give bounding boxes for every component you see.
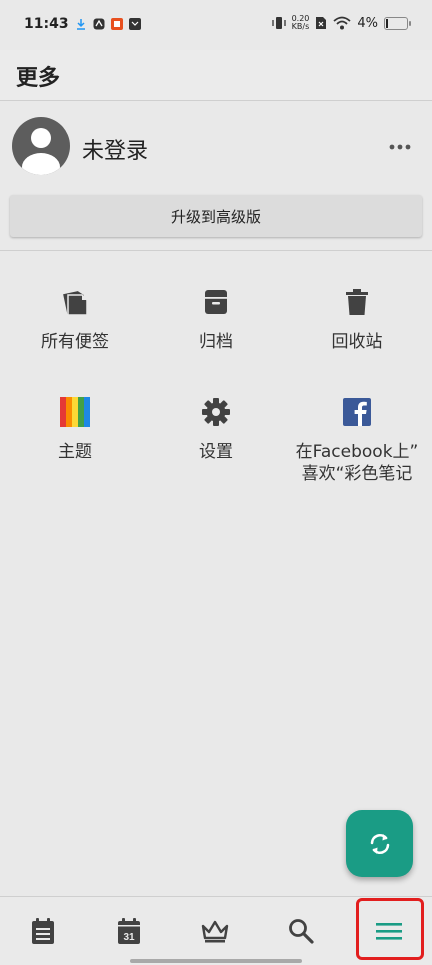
wifi-icon: [333, 16, 351, 30]
grid-label-facebook-like: 在Facebook上” 喜欢“彩色笔记: [285, 441, 429, 485]
divider: [0, 250, 432, 251]
grid-item-settings[interactable]: 设置: [144, 395, 288, 463]
vibrate-icon: [271, 17, 286, 29]
nav-notes[interactable]: [0, 897, 86, 965]
grid-item-recycle-bin[interactable]: 回收站: [285, 285, 429, 353]
sync-icon: [370, 833, 389, 854]
avatar[interactable]: [12, 117, 70, 175]
archive-icon: [205, 290, 227, 314]
grid-label-theme: 主题: [58, 442, 92, 462]
calendar-day: 31: [123, 932, 135, 943]
status-bar: 11:43 0.20 KB/s 4%: [0, 0, 432, 50]
grid-item-archive[interactable]: 归档: [144, 285, 288, 353]
net-speed: 0.20 KB/s: [292, 15, 310, 31]
calendar-icon: 31: [118, 918, 140, 944]
page-header: 更多: [0, 50, 432, 101]
more-options-icon[interactable]: [388, 137, 412, 157]
upgrade-premium-button[interactable]: 升级到高级版: [10, 195, 422, 237]
facebook-icon: [343, 398, 371, 426]
notes-icon: [63, 291, 88, 316]
status-right: 0.20 KB/s 4%: [271, 15, 411, 31]
grid-label-recycle-bin: 回收站: [331, 332, 383, 352]
grid-item-all-notes[interactable]: 所有便签: [3, 285, 147, 353]
status-left: 11:43: [24, 16, 141, 32]
login-status[interactable]: 未登录: [82, 133, 148, 165]
nav-premium[interactable]: [172, 897, 258, 965]
search-icon: [289, 919, 314, 944]
battery-icon: [384, 16, 411, 30]
battery-percent: 4%: [357, 15, 378, 31]
page-title: 更多: [16, 66, 61, 91]
net-speed-unit: KB/s: [291, 22, 310, 31]
nav-calendar[interactable]: 31: [86, 897, 172, 965]
sim-icon: [316, 17, 327, 29]
status-time: 11:43: [24, 16, 69, 32]
facebook-like-line1: 在Facebook上”: [295, 442, 419, 462]
facebook-like-line2: 喜欢“彩色笔记: [301, 464, 413, 484]
download-icon: [76, 19, 85, 30]
sync-button[interactable]: [346, 810, 413, 877]
active-nav-highlight: [356, 898, 424, 960]
grid-item-theme[interactable]: 主题: [3, 395, 147, 463]
grid-label-settings: 设置: [199, 442, 233, 462]
gear-icon: [202, 398, 230, 426]
theme-palette-icon: [60, 397, 90, 427]
profile-section[interactable]: 未登录: [0, 101, 432, 191]
app-notification-icon: [93, 18, 105, 30]
grid-label-archive: 归档: [199, 332, 233, 352]
news-app-icon: [110, 18, 123, 30]
home-indicator[interactable]: [130, 959, 302, 963]
trash-icon: [346, 289, 368, 315]
grid-label-all-notes: 所有便签: [41, 332, 109, 352]
user-icon: [22, 128, 60, 175]
message-icon: [128, 18, 141, 30]
grid-item-facebook-like[interactable]: 在Facebook上” 喜欢“彩色笔记: [285, 395, 429, 485]
notes-list-icon: [32, 918, 54, 944]
crown-icon: [201, 920, 229, 943]
nav-search[interactable]: [258, 897, 344, 965]
